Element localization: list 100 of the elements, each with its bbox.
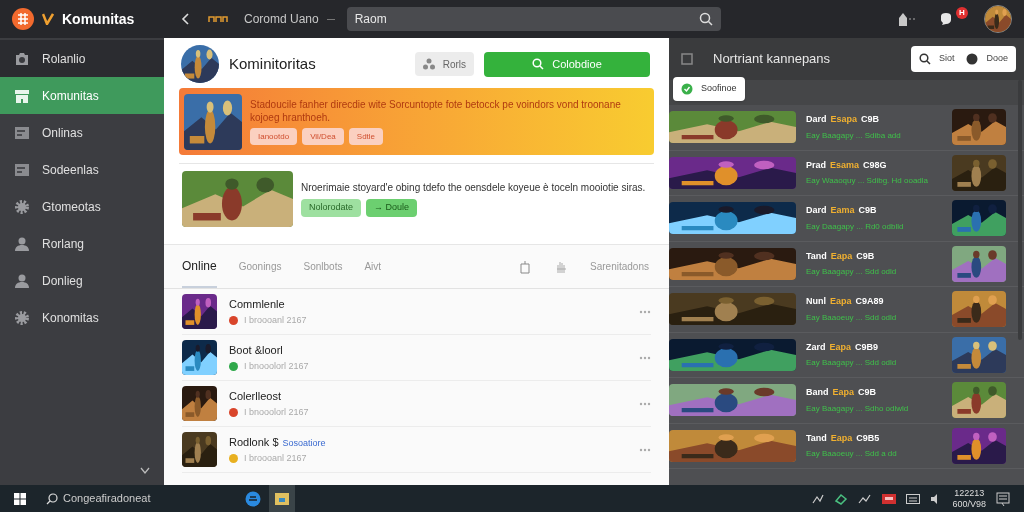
banner-button[interactable]: Sdtle bbox=[348, 128, 384, 145]
member-name: Commlenle bbox=[229, 296, 285, 312]
flag-icon[interactable] bbox=[882, 493, 897, 504]
sidebar-item[interactable]: Sodeenlas bbox=[0, 151, 164, 188]
store-icon bbox=[14, 87, 30, 104]
game-detail: Eay Baaoeuy ... Sdd a dd bbox=[806, 448, 897, 460]
banner-button[interactable]: Vil/Dea bbox=[302, 128, 344, 145]
toast: Soofinoe bbox=[673, 77, 745, 101]
game-detail: Eay Baagapy ... Sdiba add bbox=[806, 129, 901, 142]
sidebar-item[interactable]: Rorlang bbox=[0, 225, 164, 262]
game-name: Tand bbox=[806, 249, 827, 263]
game-name: Dard bbox=[806, 113, 827, 126]
game-code: C9A89 bbox=[855, 295, 884, 308]
v-logo-icon bbox=[42, 13, 54, 25]
game-name: Band bbox=[806, 386, 829, 399]
game-name: Zard bbox=[806, 340, 826, 354]
back-icon bbox=[180, 13, 192, 25]
tab[interactable]: Goonings bbox=[238, 245, 282, 288]
gear-icon bbox=[14, 309, 30, 326]
sync-icon[interactable] bbox=[834, 492, 849, 505]
sidebar-item[interactable]: Rolanlio bbox=[0, 40, 164, 77]
game-code: C9B bbox=[861, 113, 880, 126]
share-button[interactable]: Rorls bbox=[414, 52, 474, 76]
member-status: I bnooolorl 2167 bbox=[244, 406, 309, 419]
tab[interactable]: Sonlbots bbox=[303, 245, 343, 288]
member-status: I broooanl 2167 bbox=[244, 314, 307, 327]
game-tag: Esapa bbox=[830, 113, 858, 127]
game-tag: Eapa bbox=[832, 386, 854, 400]
search-icon bbox=[918, 53, 931, 65]
folder-taskbar-button[interactable] bbox=[269, 485, 296, 512]
game-detail: Eay Baagapy ... Sdd odld bbox=[806, 357, 897, 369]
zigzag-icon bbox=[208, 15, 228, 23]
community-title: Kominitoritas bbox=[229, 53, 316, 74]
sidebar-item[interactable]: Donlieg bbox=[0, 262, 164, 299]
panel-title: Nortriant kannepans bbox=[713, 50, 831, 69]
post-button[interactable]: → Doule bbox=[366, 199, 418, 217]
game-name: Dard bbox=[806, 204, 827, 217]
game-code: C9B bbox=[858, 386, 877, 399]
search-field[interactable]: Raom bbox=[346, 7, 721, 31]
gear-icon bbox=[14, 198, 30, 215]
game-code: C98G bbox=[863, 158, 887, 172]
banner-button[interactable]: Ianootdo bbox=[250, 128, 298, 145]
clock-date: 600/V98 bbox=[952, 498, 986, 510]
frame-icon bbox=[681, 53, 693, 65]
game-detail: Eay Waaoquy ... Sdibg. Hd ooadla bbox=[806, 175, 928, 187]
member-name: Colerlleost bbox=[229, 388, 281, 404]
game-name: Tand bbox=[806, 431, 827, 445]
game-code: C9B bbox=[858, 204, 877, 217]
post-text: Nroerimaie stoyard'e obing tdefo the oensdele koyeue è toceln mooiotie siras. bbox=[301, 181, 646, 194]
join-button[interactable]: Colobdioe bbox=[484, 51, 650, 77]
sidebar-item[interactable]: Onlinas bbox=[0, 114, 164, 151]
game-detail: Eay Baaoeuy ... Sdd odld bbox=[806, 311, 897, 324]
windows-icon[interactable] bbox=[14, 492, 26, 505]
camera-icon bbox=[14, 50, 30, 67]
browser-icon[interactable] bbox=[245, 490, 262, 507]
game-code: C9B5 bbox=[856, 431, 880, 445]
app-title: Komunitas bbox=[62, 9, 135, 29]
game-tag: Eama bbox=[830, 204, 855, 218]
banner-text: Stadoucile fanher direcdie wite Sorcuntopte fote betocck pe voindors vond troonane kojoeg hranthoeh. bbox=[250, 98, 622, 124]
member-link[interactable]: Sosoatiore bbox=[282, 436, 326, 450]
search-icon bbox=[532, 58, 545, 70]
keyboard-icon[interactable] bbox=[906, 493, 921, 504]
taskbar-search[interactable]: Congeafiradoneat bbox=[63, 490, 151, 507]
person-icon bbox=[14, 272, 30, 289]
share-icon bbox=[422, 58, 435, 70]
logo-icon bbox=[12, 8, 34, 30]
game-code: C9B bbox=[856, 249, 875, 263]
folder-icon bbox=[275, 492, 290, 505]
card-icon bbox=[14, 124, 30, 141]
person-icon bbox=[14, 235, 30, 252]
member-status: I bnooolorl 2167 bbox=[244, 360, 309, 373]
game-code: C9B9 bbox=[855, 340, 879, 354]
game-detail: Eay Baagapy ... Sdho odlwld bbox=[806, 402, 909, 415]
sort-label[interactable]: Siot bbox=[938, 52, 955, 66]
sidebar-item[interactable]: Komunitas bbox=[0, 77, 164, 114]
circle-icon bbox=[966, 53, 979, 65]
card-icon bbox=[14, 161, 30, 178]
clock-time: 122213 bbox=[954, 487, 985, 499]
game-detail: Eay Baagapy ... Sdd odld bbox=[806, 266, 897, 278]
tab[interactable]: Aivt bbox=[364, 245, 382, 288]
game-tag: Eapa bbox=[829, 340, 852, 354]
sidebar-item[interactable]: Konomitas bbox=[0, 299, 164, 336]
game-tag: Eapa bbox=[830, 295, 852, 309]
game-tag: Eapa bbox=[830, 249, 853, 263]
member-name: Boot &loorl bbox=[229, 342, 283, 358]
game-name: Prad bbox=[806, 158, 826, 172]
chevron-down-icon[interactable] bbox=[140, 467, 150, 475]
search-icon bbox=[698, 12, 713, 26]
notifications-icon[interactable] bbox=[996, 491, 1010, 506]
sidebar-item[interactable]: Gtomeotas bbox=[0, 188, 164, 225]
post-button[interactable]: Nolorodate bbox=[301, 199, 362, 217]
check-icon bbox=[681, 83, 693, 95]
done-label[interactable]: Dooe bbox=[986, 52, 1008, 66]
member-status: I broooanl 2167 bbox=[244, 452, 307, 465]
game-name: Nunl bbox=[806, 295, 826, 308]
member-name: Rodlonk $ bbox=[229, 434, 279, 450]
tab-action[interactable]: Sarenitadons bbox=[590, 259, 649, 274]
notification-badge: H bbox=[956, 7, 968, 19]
game-tag: Esama bbox=[830, 158, 860, 172]
search-icon[interactable] bbox=[46, 492, 58, 505]
